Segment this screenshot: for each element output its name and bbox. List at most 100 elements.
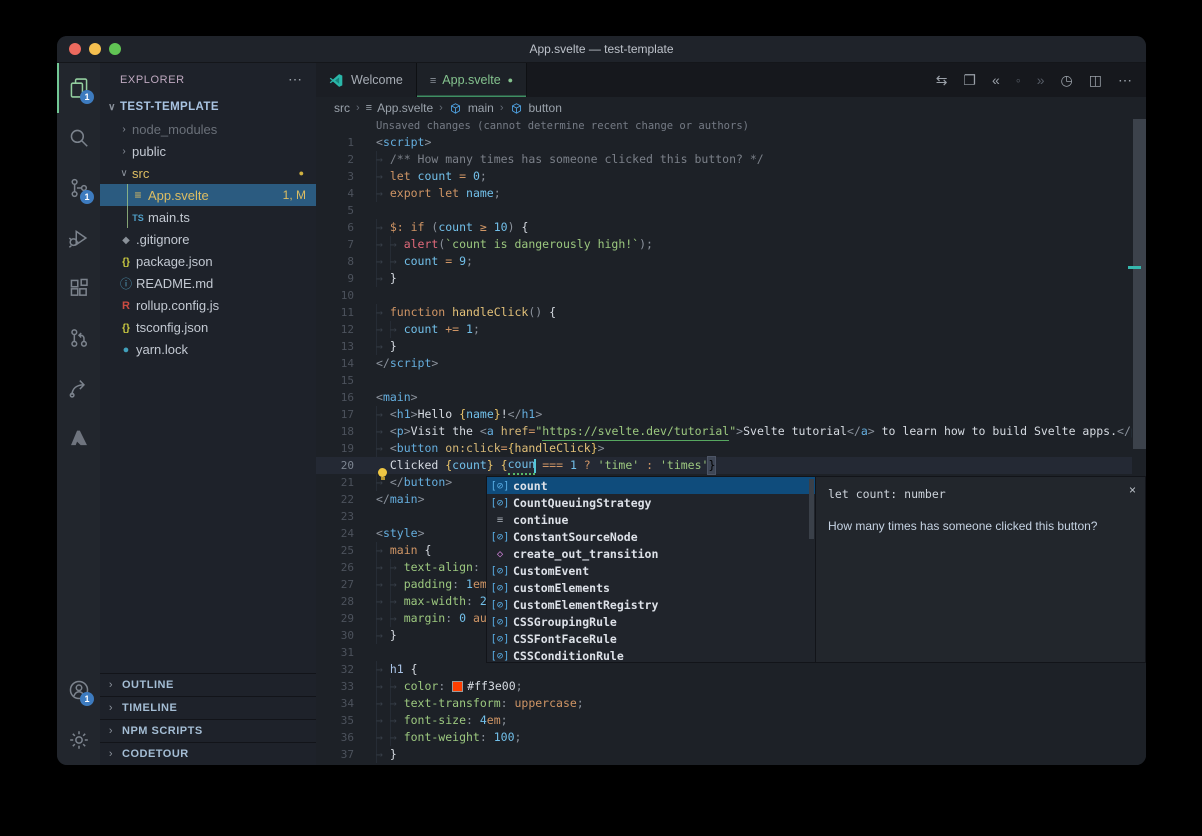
- tree-item-rollup.config.js[interactable]: Rrollup.config.js: [100, 294, 316, 316]
- code-line-19[interactable]: 19→<button on:click={handleClick}>: [316, 440, 1146, 457]
- code-line-15[interactable]: 15: [316, 372, 1146, 389]
- code-line-10[interactable]: 10: [316, 287, 1146, 304]
- tree-item-main.ts[interactable]: TSmain.ts: [100, 206, 316, 228]
- tab-welcome[interactable]: Welcome: [316, 63, 417, 97]
- code-line-12[interactable]: 12→→count += 1;: [316, 321, 1146, 338]
- chevron-right-icon[interactable]: ›: [116, 146, 132, 157]
- code-line-4[interactable]: 4→export let name;: [316, 185, 1146, 202]
- breadcrumb-item-src[interactable]: src: [334, 101, 350, 115]
- activity-source-control-icon[interactable]: 1: [57, 163, 100, 213]
- chevron-down-icon[interactable]: ∨: [104, 102, 120, 113]
- tree-item-.gitignore[interactable]: ◆.gitignore: [100, 228, 316, 250]
- activity-settings-icon[interactable]: [57, 715, 100, 765]
- code-line-13[interactable]: 13→}: [316, 338, 1146, 355]
- code-line-17[interactable]: 17→<h1>Hello {name}!</h1>: [316, 406, 1146, 423]
- chevron-down-icon[interactable]: ∨: [116, 168, 132, 179]
- code-line-33[interactable]: 33→→color: #ff3e00;: [316, 678, 1146, 695]
- title-bar[interactable]: App.svelte — test-template: [57, 36, 1146, 63]
- suggestion-count[interactable]: [⊘]count: [487, 477, 815, 494]
- code-token: }: [390, 338, 397, 355]
- activity-search-icon[interactable]: [57, 113, 100, 163]
- activity-azure-icon[interactable]: [57, 413, 100, 463]
- next-change-icon[interactable]: »: [1037, 72, 1045, 88]
- activity-live-share-icon[interactable]: [57, 363, 100, 413]
- more-actions-icon[interactable]: ⋯: [288, 71, 302, 88]
- tree-item-src[interactable]: ∨src●: [100, 162, 316, 184]
- activity-extensions-icon[interactable]: [57, 263, 100, 313]
- suggestion-customElements[interactable]: [⊘]customElements: [487, 579, 815, 596]
- chevron-right-icon[interactable]: ›: [116, 124, 132, 135]
- modified-dot-icon[interactable]: ●: [508, 75, 513, 85]
- code-line-9[interactable]: 9→}: [316, 270, 1146, 287]
- close-icon[interactable]: ×: [1129, 483, 1136, 497]
- tree-item-App.svelte[interactable]: ≡App.svelte1, M: [100, 184, 316, 206]
- code-line-35[interactable]: 35→→font-size: 4em;: [316, 712, 1146, 729]
- code-line-2[interactable]: 2→/** How many times has someone clicked…: [316, 151, 1146, 168]
- panel-header-npm-scripts[interactable]: ›NPM SCRIPTS: [100, 719, 316, 742]
- code-line-16[interactable]: 16<main>: [316, 389, 1146, 406]
- code-line-5[interactable]: 5: [316, 202, 1146, 219]
- line-number: 26: [316, 559, 354, 576]
- code-line-20[interactable]: 20Clicked {count} {coun === 1 ? 'time' :…: [316, 457, 1146, 474]
- code-line-11[interactable]: 11→function handleClick() {: [316, 304, 1146, 321]
- editor-scrollbar[interactable]: [1132, 119, 1146, 765]
- more-actions-icon[interactable]: ⋯: [1118, 72, 1132, 89]
- code-line-8[interactable]: 8→→count = 9;: [316, 253, 1146, 270]
- zoom-window-button[interactable]: [109, 43, 121, 55]
- suggestion-continue[interactable]: ≡continue: [487, 511, 815, 528]
- color-swatch[interactable]: [452, 681, 463, 692]
- open-preview-icon[interactable]: ❐: [963, 72, 976, 89]
- code-line-1[interactable]: 1<script>: [316, 134, 1146, 151]
- tree-item-node_modules[interactable]: ›node_modules: [100, 118, 316, 140]
- indent-whitespace: →: [376, 542, 390, 559]
- open-changes-icon[interactable]: ⇆: [936, 72, 948, 89]
- tree-item-public[interactable]: ›public: [100, 140, 316, 162]
- code-line-18[interactable]: 18→<p>Visit the <a href="https://svelte.…: [316, 423, 1146, 440]
- suggestion-CustomElementRegistry[interactable]: [⊘]CustomElementRegistry: [487, 596, 815, 613]
- change-icon[interactable]: ◦: [1016, 72, 1021, 88]
- code-line-3[interactable]: 3→let count = 0;: [316, 168, 1146, 185]
- code-line-6[interactable]: 6→$: if (count ≥ 10) {: [316, 219, 1146, 236]
- suggestion-CustomEvent[interactable]: [⊘]CustomEvent: [487, 562, 815, 579]
- breadcrumb-item-button[interactable]: button: [529, 101, 562, 115]
- minimize-window-button[interactable]: [89, 43, 101, 55]
- panel-header-timeline[interactable]: ›TIMELINE: [100, 696, 316, 719]
- activity-explorer-icon[interactable]: 1: [57, 63, 100, 113]
- code-token: export let: [390, 185, 466, 202]
- suggest-scrollbar[interactable]: [809, 479, 814, 539]
- code-line-37[interactable]: 37→}: [316, 746, 1146, 763]
- code-line-7[interactable]: 7→→alert(`count is dangerously high!`);: [316, 236, 1146, 253]
- close-window-button[interactable]: [69, 43, 81, 55]
- tree-item-README.md[interactable]: ⓘREADME.md: [100, 272, 316, 294]
- suggestion-ConstantSourceNode[interactable]: [⊘]ConstantSourceNode: [487, 528, 815, 545]
- suggestion-create_out_transition[interactable]: ◇create_out_transition: [487, 545, 815, 562]
- tree-item-package.json[interactable]: {}package.json: [100, 250, 316, 272]
- breadcrumb[interactable]: src›≡App.svelte›main›button: [316, 97, 1146, 119]
- tree-item-tsconfig.json[interactable]: {}tsconfig.json: [100, 316, 316, 338]
- activity-github-pull-requests-icon[interactable]: [57, 313, 100, 363]
- sidebar-header: EXPLORER ⋯: [100, 63, 316, 96]
- scrollbar-thumb[interactable]: [1133, 119, 1146, 449]
- tree-root-TEST-TEMPLATE[interactable]: ∨TEST-TEMPLATE: [100, 96, 316, 118]
- panel-header-codetour[interactable]: ›CODETOUR: [100, 742, 316, 765]
- line-content: →/** How many times has someone clicked …: [354, 151, 764, 168]
- code-editor[interactable]: Unsaved changes (cannot determine recent…: [316, 119, 1146, 765]
- previous-change-icon[interactable]: «: [992, 72, 1000, 88]
- code-line-14[interactable]: 14</script>: [316, 355, 1146, 372]
- tree-item-yarn.lock[interactable]: ●yarn.lock: [100, 338, 316, 360]
- code-line-36[interactable]: 36→→font-weight: 100;: [316, 729, 1146, 746]
- suggestion-CSSGroupingRule[interactable]: [⊘]CSSGroupingRule: [487, 613, 815, 630]
- file-history-icon[interactable]: ◷: [1061, 72, 1073, 89]
- activity-run-debug-icon[interactable]: [57, 213, 100, 263]
- tab-app-svelte[interactable]: ≡App.svelte●: [417, 63, 527, 97]
- breadcrumb-item-main[interactable]: main: [468, 101, 494, 115]
- suggestion-CSSFontFaceRule[interactable]: [⊘]CSSFontFaceRule: [487, 630, 815, 647]
- activity-accounts-icon[interactable]: 1: [57, 665, 100, 715]
- code-line-34[interactable]: 34→→text-transform: uppercase;: [316, 695, 1146, 712]
- breadcrumb-item-App.svelte[interactable]: App.svelte: [377, 101, 433, 115]
- suggestion-CSSConditionRule[interactable]: [⊘]CSSConditionRule: [487, 647, 815, 664]
- suggestion-CountQueuingStrategy[interactable]: [⊘]CountQueuingStrategy: [487, 494, 815, 511]
- panel-header-outline[interactable]: ›OUTLINE: [100, 673, 316, 696]
- split-editor-icon[interactable]: ◫: [1089, 72, 1102, 89]
- line-content: →<button on:click={handleClick}>: [354, 440, 605, 457]
